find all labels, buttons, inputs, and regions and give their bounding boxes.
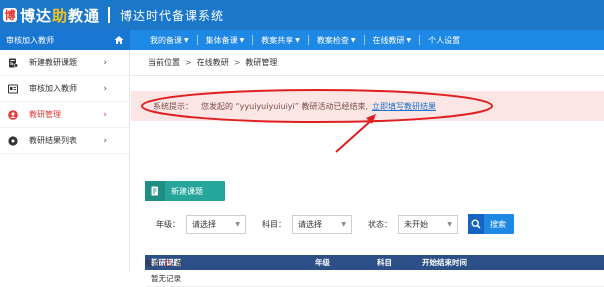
logo-text: 博达助教通 xyxy=(20,6,101,25)
pager-prefix: 每页 xyxy=(145,259,160,268)
main-navbar: 审核加入教师 我的备课 ▼ 集体备课 ▼ 教案共享 ▼ 教案检查 ▼ 在线教研 ▼ 个人设… xyxy=(0,30,604,50)
breadcrumb: 当前位置 > 在线教研 > 教研管理 xyxy=(131,50,604,76)
fill-results-link[interactable]: 立即填写教研结果 xyxy=(372,101,436,112)
sidebar-item-review-teachers[interactable]: 审核加入教师 › xyxy=(0,76,129,102)
sidebar-item-new-topic[interactable]: 新建教研课题 › xyxy=(0,50,129,76)
chevron-down-icon: ▼ xyxy=(350,36,356,44)
column-header[interactable]: 开始结束时间 xyxy=(422,257,467,268)
alert-message: 您发起的 “yyuiyuiyuiuiyi” 教研活动已经结束, xyxy=(201,101,368,111)
app-header: 博 博达助教通 博达时代备课系统 xyxy=(0,0,604,30)
grade-select[interactable]: 请选择 ▼ xyxy=(186,214,246,234)
system-name: 博达时代备课系统 xyxy=(120,8,225,23)
nav-left-title: 审核加入教师 xyxy=(6,35,54,45)
new-topic-button[interactable]: 新建课题 xyxy=(145,181,225,201)
main-content: 当前位置 > 在线教研 > 教研管理 系统提示： 您发起的 “yyuiyuiyu… xyxy=(131,50,604,287)
chevron-down-icon: ▼ xyxy=(341,220,346,228)
sidebar-item-research-results[interactable]: 教研结果列表 › xyxy=(0,128,129,154)
empty-text: 暂无记录 xyxy=(151,273,181,283)
logo-mark: 博 xyxy=(3,8,17,22)
nav-left-panel: 审核加入教师 xyxy=(0,30,130,50)
chevron-right-icon: › xyxy=(103,57,107,68)
chevron-down-icon: ▼ xyxy=(184,36,189,44)
chevron-right-icon: › xyxy=(103,109,107,120)
pager-suffix: 条 xyxy=(175,259,184,268)
column-header[interactable]: 科目 xyxy=(377,257,392,268)
subject-label: 科目： xyxy=(262,219,286,229)
user-circle-icon xyxy=(8,109,18,120)
chevron-down-icon: ▼ xyxy=(239,36,245,44)
nav-item-my-lessons[interactable]: 我的备课 ▼ xyxy=(142,30,197,50)
document-chart-icon xyxy=(8,58,18,68)
sidebar-item-label: 新建教研课题 xyxy=(29,58,77,67)
sidebar-item-label: 审核加入教师 xyxy=(29,84,77,93)
pager: 每页 15 条 xyxy=(145,258,183,269)
chevron-right-icon: › xyxy=(103,135,107,146)
pin-circle-icon xyxy=(8,135,18,146)
sidebar-item-label: 教研结果列表 xyxy=(29,136,77,145)
filter-bar: 年级： 请选择 ▼ 科目： 请选择 ▼ 状态： 未开始 ▼ 搜索 xyxy=(156,214,514,234)
document-icon xyxy=(145,181,165,201)
chevron-right-icon: › xyxy=(103,83,107,94)
nav-item-personal-settings[interactable]: 个人设置 xyxy=(420,30,468,50)
grade-label: 年级： xyxy=(156,219,180,229)
nav-item-plan-check[interactable]: 教案检查 ▼ xyxy=(309,30,364,50)
search-label: 搜索 xyxy=(490,219,506,229)
breadcrumb-separator: > xyxy=(233,58,241,67)
chevron-down-icon: ▼ xyxy=(235,220,240,228)
table-row: 暂无记录 xyxy=(145,270,604,287)
sidebar-item-label: 教研管理 xyxy=(29,110,61,119)
page-size[interactable]: 15 xyxy=(163,259,173,268)
nav-item-online-research[interactable]: 在线教研 ▼ xyxy=(365,30,420,50)
nav-menu: 我的备课 ▼ 集体备课 ▼ 教案共享 ▼ 教案检查 ▼ 在线教研 ▼ 个人设置 xyxy=(142,30,468,50)
system-alert: 系统提示： 您发起的 “yyuiyuiyuiuiyi” 教研活动已经结束, 立即… xyxy=(131,91,604,121)
search-button[interactable]: 搜索 xyxy=(468,214,514,234)
new-topic-label: 新建课题 xyxy=(171,186,203,196)
breadcrumb-item[interactable]: 在线教研 xyxy=(197,57,229,68)
subject-select[interactable]: 请选择 ▼ xyxy=(292,214,352,234)
logo: 博 博达助教通 xyxy=(3,5,100,26)
search-icon xyxy=(468,214,484,234)
sidebar: 新建教研课题 › 审核加入教师 › 教研管理 › 教研结果列表 › xyxy=(0,50,130,272)
table-header: 教研课题 年级 科目 开始结束时间 xyxy=(145,255,604,270)
sidebar-item-research-management[interactable]: 教研管理 › xyxy=(0,102,129,128)
chevron-down-icon: ▼ xyxy=(406,36,412,44)
subject-select-value: 请选择 xyxy=(298,219,322,229)
status-select-value: 未开始 xyxy=(404,219,428,229)
chevron-down-icon: ▼ xyxy=(295,36,300,44)
status-select[interactable]: 未开始 ▼ xyxy=(398,214,458,234)
nav-item-group-lessons[interactable]: 集体备课 ▼ xyxy=(198,30,253,50)
status-label: 状态： xyxy=(368,219,392,229)
breadcrumb-item: 当前位置 xyxy=(148,58,180,67)
alert-prefix: 系统提示： xyxy=(153,101,193,111)
breadcrumb-item: 教研管理 xyxy=(245,58,278,67)
id-card-icon xyxy=(8,84,18,94)
nav-item-plan-sharing[interactable]: 教案共享 ▼ xyxy=(253,30,308,50)
grade-select-value: 请选择 xyxy=(192,219,216,229)
home-icon[interactable] xyxy=(114,35,124,45)
research-table: 教研课题 年级 科目 开始结束时间 暂无记录 xyxy=(145,255,604,287)
header-divider xyxy=(108,7,111,23)
breadcrumb-separator: > xyxy=(185,58,192,67)
chevron-down-icon: ▼ xyxy=(447,220,452,228)
column-header[interactable]: 年级 xyxy=(315,257,330,268)
